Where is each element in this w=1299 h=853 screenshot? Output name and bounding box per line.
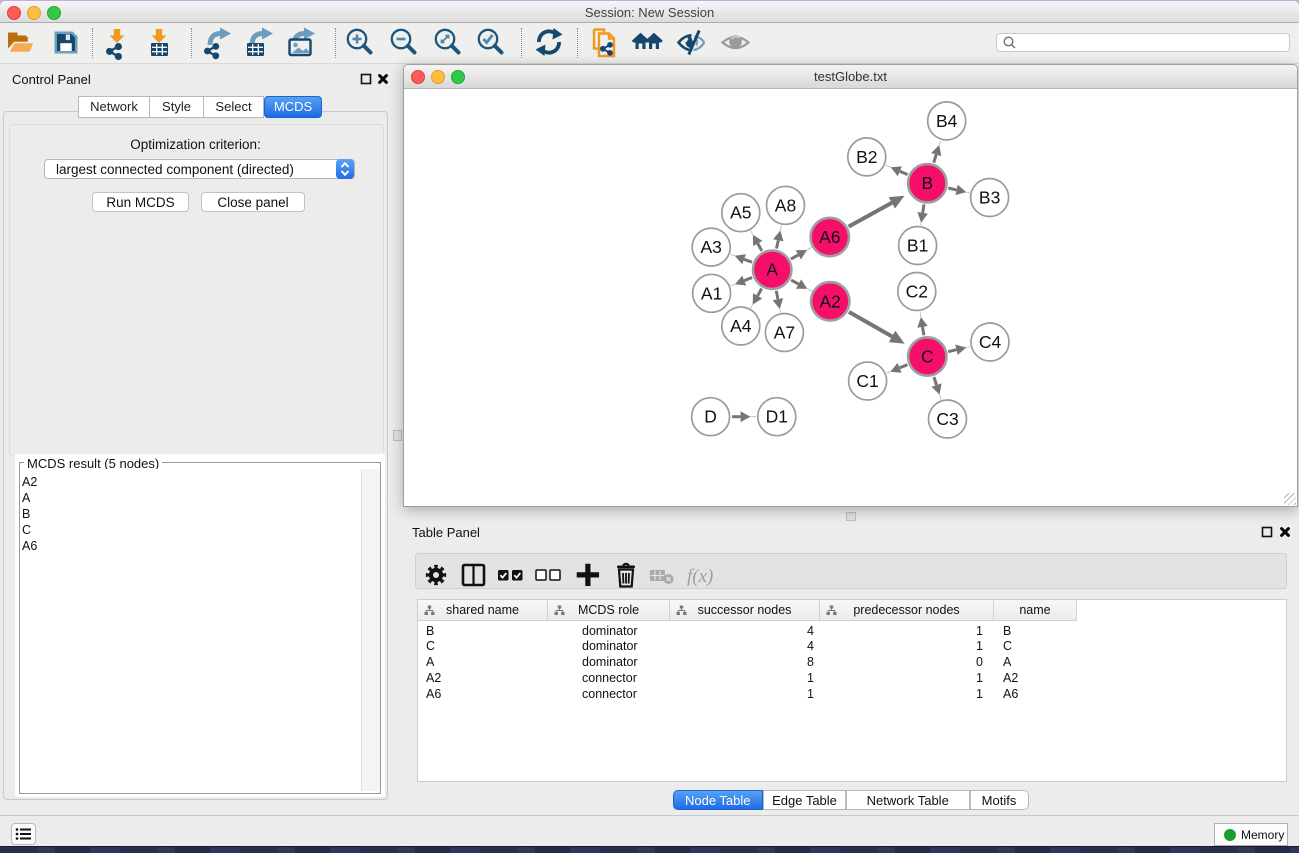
svg-text:B1: B1 (907, 236, 928, 256)
svg-text:A6: A6 (819, 227, 840, 247)
svg-text:A5: A5 (730, 203, 751, 223)
svg-text:A3: A3 (700, 237, 721, 257)
svg-text:A4: A4 (730, 316, 752, 336)
svg-text:B3: B3 (979, 188, 1000, 208)
svg-text:D1: D1 (766, 407, 788, 427)
svg-text:A7: A7 (774, 323, 795, 343)
svg-text:A8: A8 (775, 195, 796, 215)
svg-text:C4: C4 (979, 332, 1002, 352)
svg-text:C1: C1 (856, 371, 878, 391)
svg-text:f(x): f(x) (687, 566, 713, 587)
svg-text:A2: A2 (819, 291, 840, 311)
svg-text:D: D (704, 407, 717, 427)
svg-text:C2: C2 (906, 282, 928, 302)
svg-text:B: B (921, 173, 933, 193)
svg-text:C3: C3 (936, 409, 958, 429)
svg-text:B4: B4 (936, 111, 958, 131)
svg-text:C: C (921, 347, 934, 367)
svg-text:B2: B2 (856, 147, 877, 167)
svg-text:A1: A1 (701, 283, 722, 303)
svg-text:A: A (766, 260, 778, 280)
